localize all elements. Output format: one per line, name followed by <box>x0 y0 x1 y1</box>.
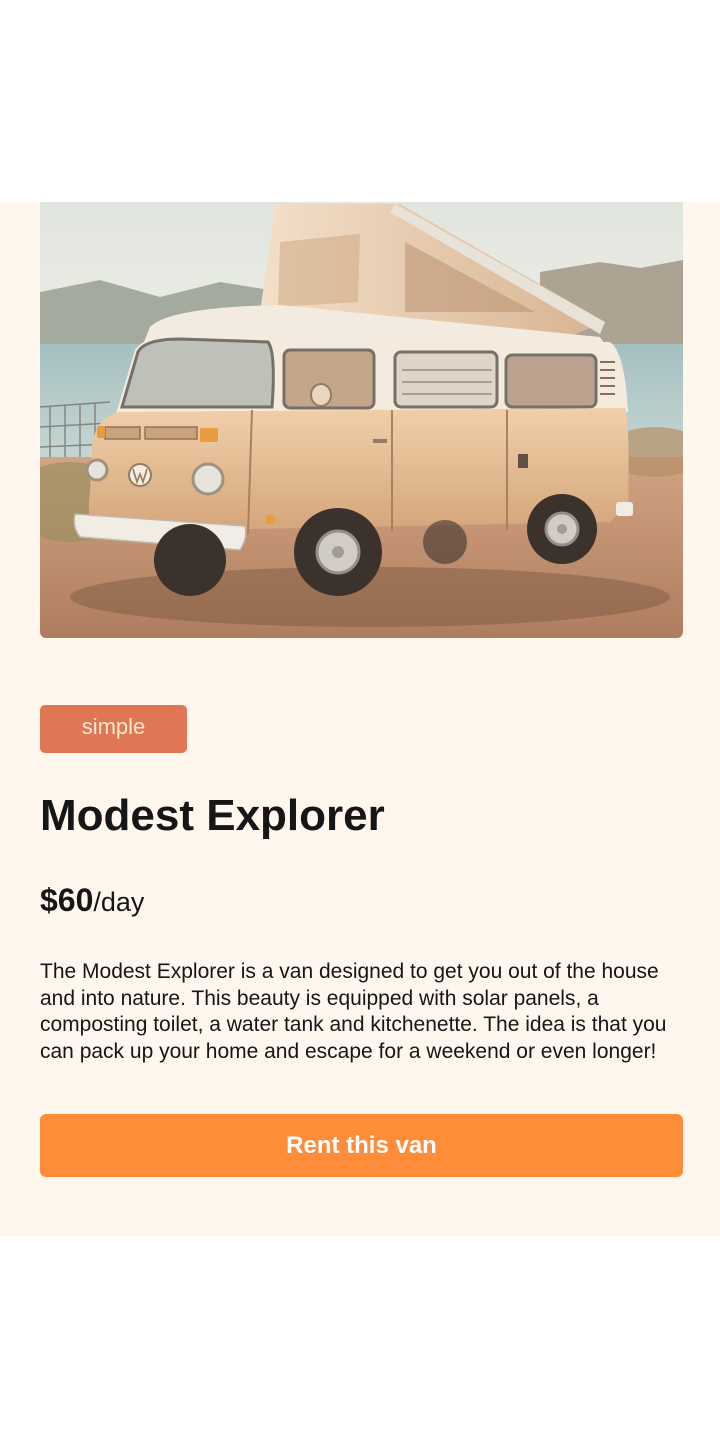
van-price: $60/day <box>40 882 144 919</box>
van-detail-card: simple Modest Explorer $60/day The Modes… <box>0 202 720 1236</box>
price-amount: $60 <box>40 882 94 918</box>
price-unit: /day <box>93 887 145 917</box>
van-type-badge: simple <box>40 705 187 753</box>
page: simple Modest Explorer $60/day The Modes… <box>0 0 720 1440</box>
van-name: Modest Explorer <box>40 791 385 840</box>
van-description: The Modest Explorer is a van designed to… <box>40 960 667 1063</box>
van-image <box>40 202 683 638</box>
rent-van-button[interactable]: Rent this van <box>40 1114 683 1177</box>
